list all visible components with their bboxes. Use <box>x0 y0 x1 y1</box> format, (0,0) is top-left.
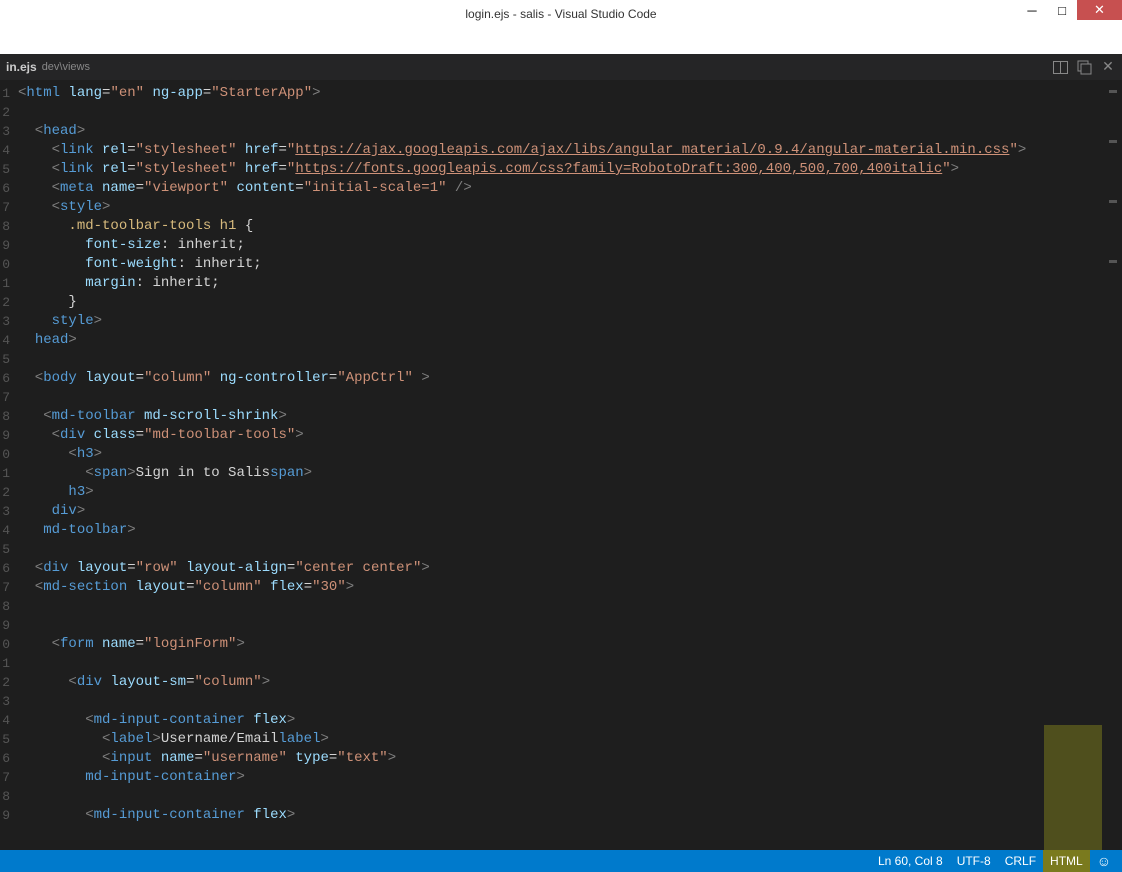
more-actions-icon[interactable] <box>1076 59 1092 75</box>
line-numbers: 123456789012345678901234567890123456789 <box>0 80 12 850</box>
window-title: login.ejs - salis - Visual Studio Code <box>465 7 656 21</box>
menu-bar <box>0 27 1122 54</box>
status-cursor-position[interactable]: Ln 60, Col 8 <box>871 850 950 872</box>
status-encoding[interactable]: UTF-8 <box>950 850 998 872</box>
code-content[interactable]: <html lang="en" ng-app="StarterApp"> <he… <box>12 80 1122 850</box>
titlebar: login.ejs - salis - Visual Studio Code ─… <box>0 0 1122 27</box>
tab-filename: in.ejs <box>6 60 37 74</box>
tab-path: dev\views <box>42 61 90 73</box>
status-language[interactable]: HTML <box>1043 850 1090 872</box>
close-button[interactable]: ✕ <box>1077 0 1122 20</box>
tab-bar: in.ejs dev\views ✕ <box>0 54 1122 80</box>
minimize-button[interactable]: ─ <box>1017 0 1047 20</box>
editor-area[interactable]: 123456789012345678901234567890123456789 … <box>0 80 1122 850</box>
overview-ruler[interactable] <box>1103 80 1117 850</box>
window-controls: ─ □ ✕ <box>1017 0 1122 23</box>
split-editor-icon[interactable] <box>1052 59 1068 75</box>
tab-login-ejs[interactable]: in.ejs dev\views <box>0 54 96 80</box>
status-eol[interactable]: CRLF <box>998 850 1043 872</box>
status-feedback-icon[interactable]: ☺ <box>1090 850 1118 872</box>
minimap-viewport[interactable] <box>1044 725 1102 850</box>
status-bar: Ln 60, Col 8 UTF-8 CRLF HTML ☺ <box>0 850 1122 872</box>
maximize-button[interactable]: □ <box>1047 0 1077 20</box>
close-icon[interactable]: ✕ <box>1100 59 1116 75</box>
